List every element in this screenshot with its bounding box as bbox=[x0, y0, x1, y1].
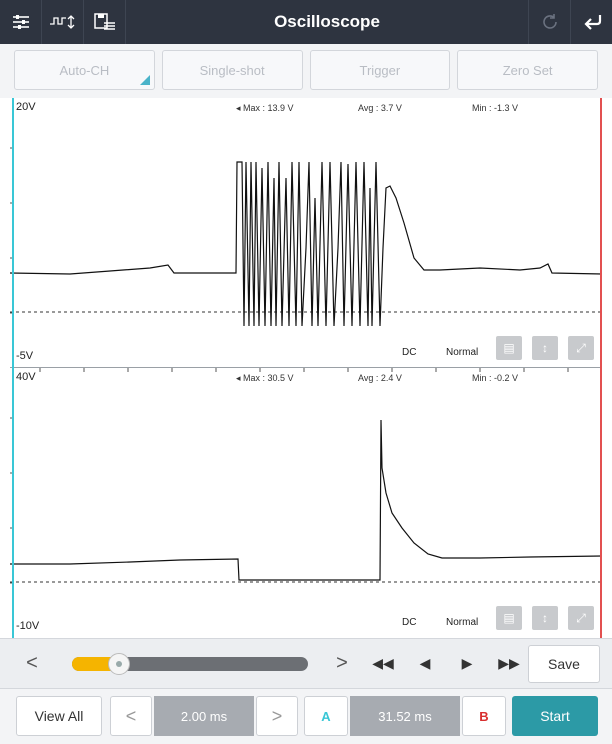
refresh-icon[interactable] bbox=[528, 0, 570, 44]
channel-2-panel: 40V ◂ Max : 30.5 V Avg : 2.4 V Min : -0.… bbox=[10, 368, 602, 638]
view-all-button[interactable]: View All bbox=[16, 696, 102, 736]
step-forward-icon[interactable]: ▶ bbox=[446, 655, 488, 672]
single-shot-label: Single-shot bbox=[199, 62, 265, 78]
top-bar: Oscilloscope bbox=[0, 0, 612, 44]
cursor-a-button[interactable]: A bbox=[304, 696, 348, 736]
timebase-increase-button[interactable]: > bbox=[256, 696, 298, 736]
function-button-row: Auto-CH Single-shot Trigger Zero Set bbox=[0, 44, 612, 98]
channel-1-scale-bottom: -5V bbox=[16, 350, 34, 362]
timeline-slider-thumb[interactable] bbox=[108, 652, 131, 675]
channel-2-expand-icon[interactable]: ⤢ bbox=[568, 606, 594, 630]
dropdown-corner-icon bbox=[139, 75, 150, 85]
channel-1-vertical-scale-icon[interactable]: ↕ bbox=[532, 336, 558, 360]
waveform-mode-icon[interactable] bbox=[42, 0, 84, 44]
back-icon[interactable] bbox=[570, 0, 612, 44]
slider-next-button[interactable]: > bbox=[322, 652, 362, 675]
channel-2-waveform bbox=[10, 368, 602, 584]
channel-2-scale-top: 40V bbox=[16, 371, 36, 383]
timebase-value: 2.00 ms bbox=[154, 696, 254, 736]
channel-2-max-text: Max : 30.5 V bbox=[243, 373, 294, 383]
channel-1-expand-icon[interactable]: ⤢ bbox=[568, 336, 594, 360]
channel-2-coupling: DC bbox=[402, 617, 417, 628]
channel-2-avg: Avg : 2.4 V bbox=[358, 373, 402, 383]
settings-sliders-icon[interactable] bbox=[0, 0, 42, 44]
channel-1-settings-icon[interactable]: ▤ bbox=[496, 336, 522, 360]
channel-1-coupling: DC bbox=[402, 347, 417, 358]
channel-2-max: ◂ Max : 30.5 V bbox=[236, 373, 294, 383]
bottom-control-bar: View All < 2.00 ms > A 31.52 ms B Start bbox=[0, 688, 612, 744]
timebase-decrease-button[interactable]: < bbox=[110, 696, 152, 736]
timeline-slider[interactable] bbox=[72, 652, 308, 675]
channel-1-max-text: Max : 13.9 V bbox=[243, 103, 294, 113]
channel-1-min: Min : -1.3 V bbox=[472, 103, 519, 113]
channel-2-tools: ▤ ↕ ⤢ bbox=[496, 606, 594, 630]
cursor-b-button[interactable]: B bbox=[462, 696, 506, 736]
channel-1-panel: 20V ◂ Max : 13.9 V Avg : 3.7 V Min : -1.… bbox=[10, 98, 602, 368]
start-button[interactable]: Start bbox=[512, 696, 598, 736]
channel-2-trigger-mode: Normal bbox=[446, 617, 479, 628]
fast-forward-icon[interactable]: ▶▶ bbox=[488, 655, 530, 672]
cursor-a-line[interactable] bbox=[12, 98, 14, 638]
channel-1-scale-top: 20V bbox=[16, 101, 36, 113]
chevron-left-icon: < bbox=[125, 705, 137, 726]
channel-1-trigger-mode: Normal bbox=[446, 347, 479, 358]
chevron-right-icon: > bbox=[271, 705, 283, 726]
oscilloscope-display[interactable]: 20V ◂ Max : 13.9 V Avg : 3.7 V Min : -1.… bbox=[10, 98, 602, 638]
channel-1-waveform bbox=[10, 147, 602, 327]
channel-2-scale-bottom: -10V bbox=[16, 620, 40, 632]
playback-bar: < > ◀◀ ◀ ▶ ▶▶ Save bbox=[0, 638, 612, 688]
step-back-icon[interactable]: ◀ bbox=[404, 655, 446, 672]
trigger-button[interactable]: Trigger bbox=[309, 50, 451, 90]
channel-1-tools: ▤ ↕ ⤢ bbox=[496, 336, 594, 360]
channel-2-min: Min : -0.2 V bbox=[472, 373, 519, 383]
auto-ch-button[interactable]: Auto-CH bbox=[14, 50, 155, 90]
cursor-b-line[interactable] bbox=[600, 98, 602, 638]
save-list-icon[interactable] bbox=[84, 0, 126, 44]
channel-1-max: ◂ Max : 13.9 V bbox=[236, 103, 294, 113]
cursor-delta-value: 31.52 ms bbox=[350, 696, 460, 736]
app-title: Oscilloscope bbox=[274, 12, 380, 31]
zero-set-label: Zero Set bbox=[502, 62, 553, 78]
channel-1-avg: Avg : 3.7 V bbox=[358, 103, 402, 113]
save-button[interactable]: Save bbox=[528, 645, 600, 683]
rewind-icon[interactable]: ◀◀ bbox=[362, 655, 404, 672]
channel-2-settings-icon[interactable]: ▤ bbox=[496, 606, 522, 630]
single-shot-button[interactable]: Single-shot bbox=[161, 50, 303, 90]
slider-prev-button[interactable]: < bbox=[12, 652, 52, 675]
channel-2-vertical-scale-icon[interactable]: ↕ bbox=[532, 606, 558, 630]
trigger-label: Trigger bbox=[359, 62, 401, 78]
zero-set-button[interactable]: Zero Set bbox=[457, 50, 598, 90]
auto-ch-label: Auto-CH bbox=[59, 62, 110, 78]
